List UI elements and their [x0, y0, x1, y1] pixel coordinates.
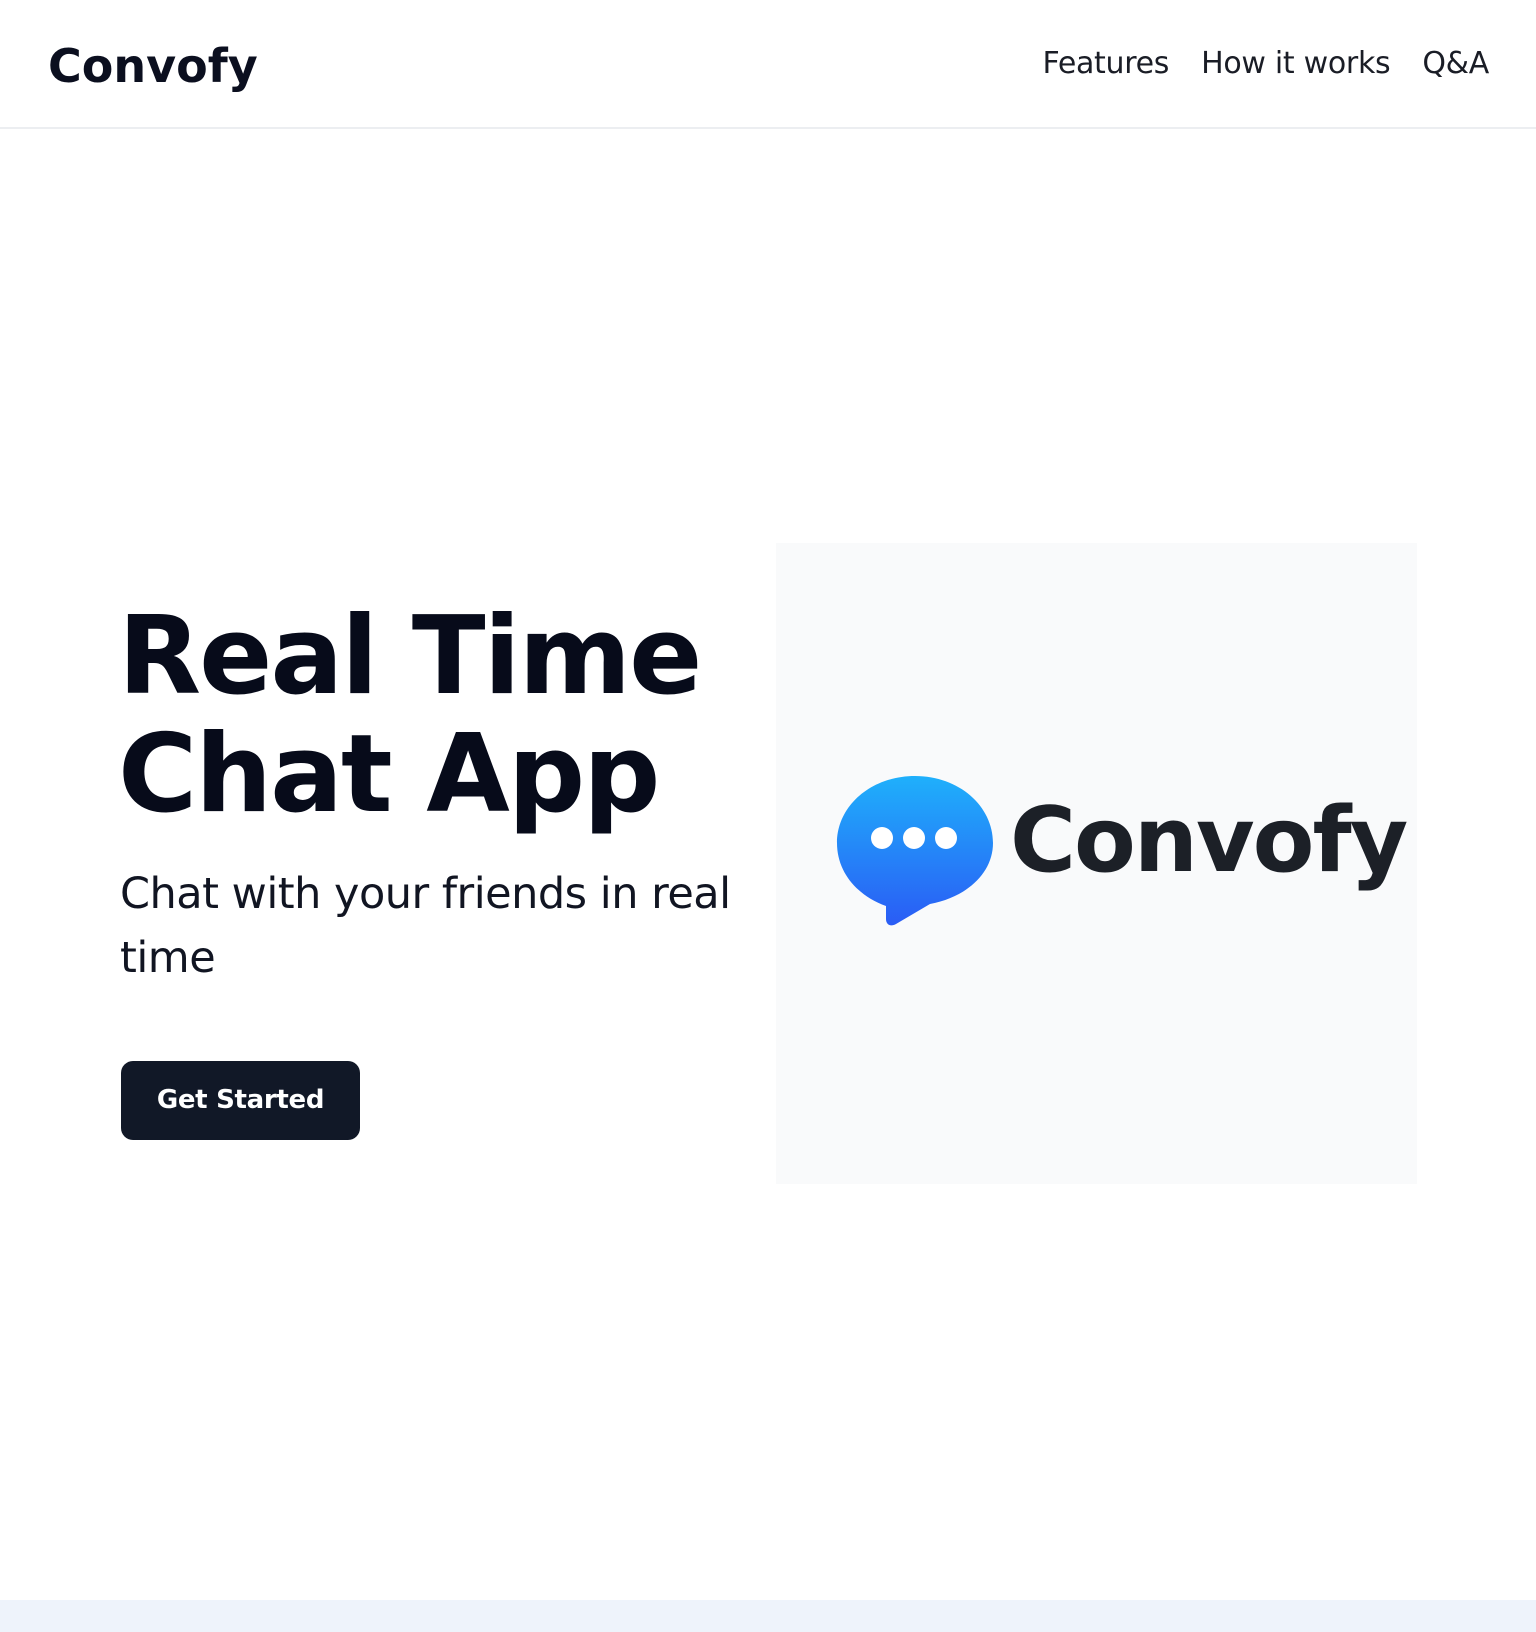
- hero-title-line-1: Real Time: [118, 594, 702, 719]
- hero-title: Real Time Chat App: [118, 594, 702, 837]
- nav-link-how-it-works[interactable]: How it works: [1201, 44, 1391, 84]
- get-started-button[interactable]: Get Started: [121, 1061, 360, 1140]
- main-nav: Features How it works Q&A: [1043, 44, 1490, 84]
- hero-subtitle: Chat with your friends in real time: [120, 869, 731, 983]
- footer-strip: [0, 1600, 1536, 1632]
- logo-wordmark: Convofy: [1010, 788, 1408, 893]
- nav-link-qa[interactable]: Q&A: [1422, 44, 1489, 84]
- hero-title-line-2: Chat App: [118, 712, 660, 837]
- chat-bubble-ellipsis-icon: [837, 776, 993, 926]
- site-header: Convofy Features How it works Q&A: [0, 0, 1536, 129]
- brand-logo-link[interactable]: Convofy: [48, 36, 258, 96]
- nav-link-features[interactable]: Features: [1043, 44, 1170, 84]
